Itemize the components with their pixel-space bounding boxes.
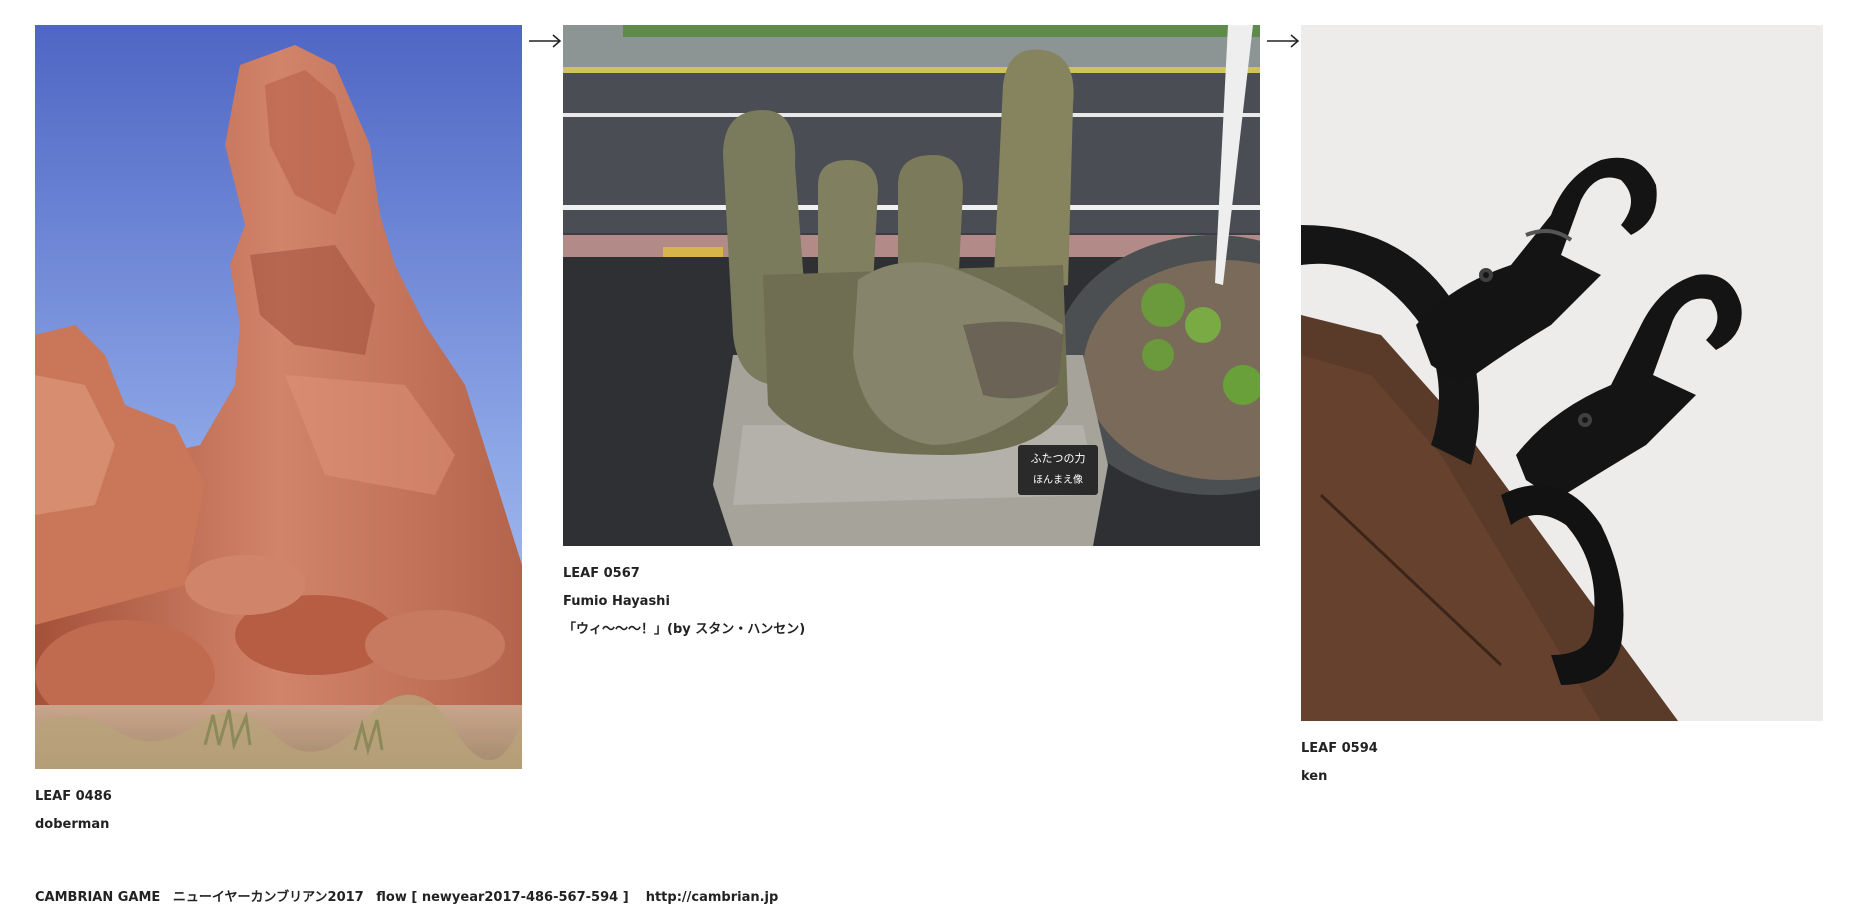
footer-game-name[interactable]: ニューイヤーカンブリアン2017 [173, 890, 364, 905]
leaf-number: LEAF 0594 [1301, 741, 1378, 756]
leaf-photo[interactable] [35, 25, 522, 769]
leaf-card: ふたつの力 ほんまえ像 LEAF 0567 Fumio Hayashi 「ウィ〜… [563, 25, 1260, 644]
leaf-author[interactable]: ken [1301, 763, 1823, 791]
leaf-card: LEAF 0486 doberman [35, 25, 522, 839]
footer-flow-id: flow [ newyear2017-486-567-594 ] [376, 890, 629, 905]
leaf-author[interactable]: Fumio Hayashi [563, 588, 1260, 616]
footer: CAMBRIAN GAME ニューイヤーカンブリアン2017 flow [ ne… [35, 888, 786, 908]
leaf-photo[interactable]: ふたつの力 ほんまえ像 [563, 25, 1260, 546]
leaf-card: LEAF 0594 ken [1301, 25, 1823, 791]
right-arrow-icon [529, 34, 562, 48]
footer-url[interactable]: http://cambrian.jp [646, 890, 779, 905]
flow-page: LEAF 0486 doberman ふたつの力 ほんまえ像 LEAF 0567… [0, 0, 1849, 920]
snap-hooks-image [1301, 25, 1823, 721]
rock-formation-image [35, 25, 522, 769]
sign-line-1: ふたつの力 [1031, 452, 1086, 465]
leaf-title: 「ウィ〜〜〜！」(by スタン・ハンセン) [563, 622, 806, 637]
footer-site-name[interactable]: CAMBRIAN GAME [35, 890, 160, 905]
leaf-author[interactable]: doberman [35, 811, 522, 839]
sign-line-2: ほんまえ像 [1033, 474, 1083, 486]
leaf-number: LEAF 0567 [563, 566, 640, 581]
leaf-photo[interactable] [1301, 25, 1823, 721]
leaf-number: LEAF 0486 [35, 789, 112, 804]
right-arrow-icon [1267, 34, 1300, 48]
stone-hand-sculpture-image: ふたつの力 ほんまえ像 [563, 25, 1260, 546]
